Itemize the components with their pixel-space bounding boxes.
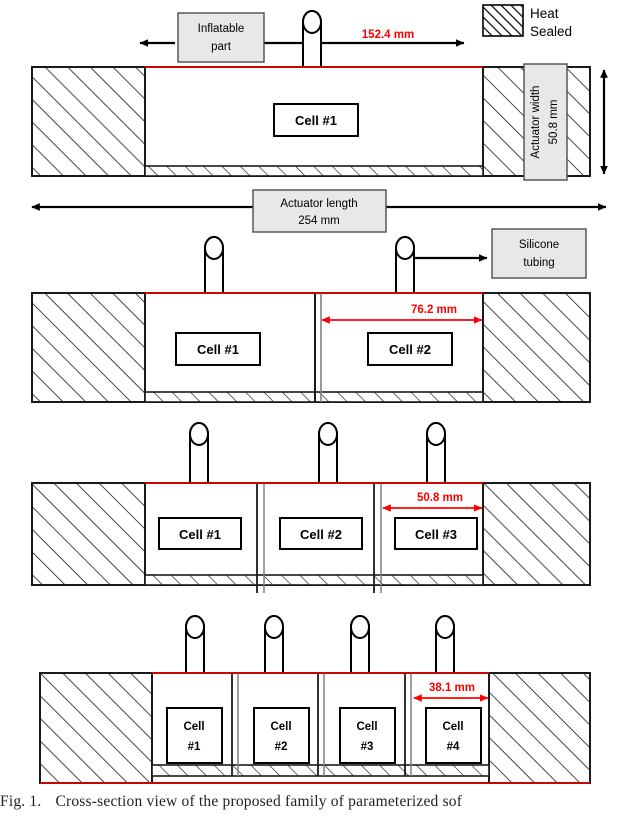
figure-container: Heat Sealed 152.4 mm Inflatable part Cel… xyxy=(0,0,640,820)
cell-label-text: Cell #2 xyxy=(389,342,431,357)
heat-sealed-strip-bottom-p4 xyxy=(151,764,490,777)
cell-label-text-line1: Cell xyxy=(183,721,204,733)
silicone-tube-p2-1 xyxy=(204,236,224,294)
cross-section-diagram: Heat Sealed 152.4 mm Inflatable part Cel… xyxy=(31,4,608,784)
inflatable-part-label-line2: part xyxy=(211,41,232,53)
panel-4-cell: 38.1 mm Cell #1 Cell #2 Cell #3 Cell #4 xyxy=(39,615,591,784)
inflatable-part-callout: Inflatable part xyxy=(177,12,265,63)
actuator-width-callout: Actuator width 50.8 mm xyxy=(523,63,568,181)
cell-label-p4-2: Cell #2 xyxy=(253,707,310,764)
heat-sealed-region-right-p3 xyxy=(482,482,591,586)
silicone-tube-p4-3 xyxy=(350,615,370,674)
dimension-label-76: 76.2 mm xyxy=(411,304,457,316)
cell-label-text-line2: #3 xyxy=(361,741,374,753)
cell-label-text-line1: Cell xyxy=(442,721,463,733)
cell-label-p4-1: Cell #1 xyxy=(166,707,223,764)
figure-caption: Fig. 1. Cross-section view of the propose… xyxy=(0,793,640,811)
cell-label-text-line1: Cell xyxy=(356,721,377,733)
cell-label-p3-3: Cell #3 xyxy=(394,517,478,550)
actuator-length-dimension: Actuator length 254 mm xyxy=(31,189,607,233)
silicone-tubing-label-line2: tubing xyxy=(523,257,554,269)
cell-label-p4-4: Cell #4 xyxy=(425,707,482,764)
silicone-tube-p4-4 xyxy=(435,615,455,674)
cell-label-p4-3: Cell #3 xyxy=(339,707,396,764)
figure-caption-text: Cross-section view of the proposed famil… xyxy=(55,793,463,810)
cell-label-text: Cell #1 xyxy=(197,342,239,357)
silicone-tube-p3-3 xyxy=(426,422,446,484)
cell-label-text-line2: #1 xyxy=(188,741,201,753)
silicone-tubing-label-line1: Silicone xyxy=(519,239,559,251)
cell-label-text: Cell #1 xyxy=(179,527,221,542)
cell-label-p3-2: Cell #2 xyxy=(279,517,363,550)
actuator-width-label-line1: Actuator width xyxy=(530,86,542,159)
cell-label-p2-1: Cell #1 xyxy=(175,332,261,366)
heat-sealed-region-right-p4 xyxy=(488,672,591,784)
actuator-length-label-line2: 254 mm xyxy=(298,215,340,227)
legend-heat-sealed: Heat Sealed xyxy=(482,4,572,39)
dimension-label-152: 152.4 mm xyxy=(362,29,414,41)
heat-sealed-region-left-p3 xyxy=(31,482,146,586)
actuator-length-label-line1: Actuator length xyxy=(280,198,357,210)
cell-label-p2-2: Cell #2 xyxy=(367,332,453,366)
cell-label-text-line1: Cell xyxy=(270,721,291,733)
legend-label-line2: Sealed xyxy=(530,24,572,39)
dimension-label-38: 38.1 mm xyxy=(429,682,475,694)
dimension-label-50: 50.8 mm xyxy=(417,492,463,504)
silicone-tube-p4-2 xyxy=(264,615,284,674)
silicone-tube-p3-1 xyxy=(189,422,209,484)
silicone-tube-p4-1 xyxy=(185,615,205,674)
actuator-width-label-line2: 50.8 mm xyxy=(548,100,560,145)
cell-label-text-line2: #4 xyxy=(447,741,460,753)
panel-3-cell: 50.8 mm Cell #1 Cell #2 Cell #3 xyxy=(31,422,591,593)
heat-sealed-region-right-p2 xyxy=(482,292,591,403)
cell-label-p1-1: Cell #1 xyxy=(273,103,359,137)
heat-sealed-region-left-p2 xyxy=(31,292,146,403)
inflatable-part-label-line1: Inflatable xyxy=(198,23,245,35)
cell-label-p3-1: Cell #1 xyxy=(158,517,242,550)
heat-sealed-strip-bottom-p1 xyxy=(144,165,484,177)
heat-sealed-region-left-p1 xyxy=(31,66,146,177)
figure-number: Fig. 1. xyxy=(0,793,42,810)
cell-label-text: Cell #1 xyxy=(295,113,337,128)
heat-sealed-strip-bottom-p3 xyxy=(144,574,484,586)
cell-label-text: Cell #3 xyxy=(415,527,457,542)
heat-sealed-region-left-p4 xyxy=(39,672,153,784)
hatched-swatch xyxy=(482,4,524,37)
silicone-tube-p3-2 xyxy=(318,422,338,484)
cell-label-text: Cell #2 xyxy=(300,527,342,542)
silicone-tube-p1-1 xyxy=(302,10,322,69)
silicone-tubing-callout: Silicone tubing xyxy=(410,228,587,279)
panel-2-cell: Silicone tubing 76.2 mm Cell #1 Cell #2 xyxy=(31,228,591,403)
cell-label-text-line2: #2 xyxy=(275,741,288,753)
silicone-tube-p2-2 xyxy=(395,236,415,294)
legend-label-line1: Heat xyxy=(530,6,559,21)
